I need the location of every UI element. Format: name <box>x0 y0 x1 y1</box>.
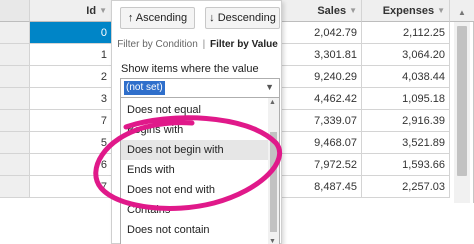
cell-id[interactable]: 0 <box>30 22 112 44</box>
operator-dropdown-list: Does not equal Begins with Does not begi… <box>120 97 280 244</box>
operator-option[interactable]: Does not begin with <box>121 140 269 160</box>
operator-option[interactable]: Contains <box>121 200 269 220</box>
cell-id[interactable]: 3 <box>30 88 112 110</box>
tab-separator: | <box>202 39 206 50</box>
show-items-label: Show items where the value <box>121 63 259 75</box>
cell-id[interactable]: 7 <box>30 176 112 198</box>
top-left-corner-cell[interactable] <box>0 0 30 22</box>
row-header[interactable] <box>0 44 30 66</box>
filter-icon[interactable]: ▼ <box>99 0 107 21</box>
cell-sales[interactable]: 7,972.52 <box>280 154 362 176</box>
header-sales-label: Sales <box>317 5 347 17</box>
row-header[interactable] <box>0 132 30 154</box>
operator-option[interactable]: Does not contain <box>121 220 269 240</box>
header-id-label: Id <box>86 5 97 17</box>
cell-id[interactable]: 6 <box>30 154 112 176</box>
dropdown-scrollbar-thumb[interactable] <box>270 132 277 232</box>
operator-option[interactable]: Begins with <box>121 120 269 140</box>
header-sales[interactable]: Sales ▼ <box>280 0 362 22</box>
cell-expenses[interactable]: 3,064.20 <box>362 44 450 66</box>
grid-scrollbar-thumb[interactable] <box>457 26 467 176</box>
cell-expenses[interactable]: 3,521.89 <box>362 132 450 154</box>
row-header[interactable] <box>0 66 30 88</box>
chevron-down-icon[interactable]: ▼ <box>265 82 274 92</box>
operator-option[interactable]: Ends with <box>121 160 269 180</box>
row-header[interactable] <box>0 22 30 44</box>
cell-id[interactable]: 7 <box>30 110 112 132</box>
cell-sales[interactable]: 7,339.07 <box>280 110 362 132</box>
operator-option[interactable]: Does not end with <box>121 180 269 200</box>
row-header[interactable] <box>0 88 30 110</box>
cell-id[interactable]: 2 <box>30 66 112 88</box>
cell-sales[interactable]: 9,240.29 <box>280 66 362 88</box>
dropdown-scrollbar[interactable]: ▲ ▼ <box>268 98 279 244</box>
cell-id[interactable]: 5 <box>30 132 112 154</box>
header-id[interactable]: Id ▼ <box>30 0 112 22</box>
operator-option[interactable]: Does not equal <box>121 100 269 120</box>
cell-sales[interactable]: 4,462.42 <box>280 88 362 110</box>
column-filter-popup: ↑ Ascending ↓ Descending Filter by Condi… <box>111 0 282 244</box>
tab-filter-by-value[interactable]: Filter by Value <box>210 39 278 50</box>
filter-icon[interactable]: ▼ <box>349 0 357 21</box>
cell-sales[interactable]: 2,042.79 <box>280 22 362 44</box>
row-header[interactable] <box>0 110 30 132</box>
cell-expenses[interactable]: 4,038.44 <box>362 66 450 88</box>
cell-expenses[interactable]: 2,916.39 <box>362 110 450 132</box>
filter-mode-tabs: Filter by Condition | Filter by Value <box>112 39 283 50</box>
row-header[interactable] <box>0 154 30 176</box>
scroll-up-arrow-icon[interactable]: ▲ <box>269 99 276 106</box>
scroll-down-arrow-icon[interactable]: ▼ <box>269 238 276 244</box>
header-expenses[interactable]: Expenses ▼ <box>362 0 450 22</box>
cell-sales[interactable]: 9,468.07 <box>280 132 362 154</box>
operator-select-value: (not set) <box>124 81 165 95</box>
cell-expenses[interactable]: 2,112.25 <box>362 22 450 44</box>
scroll-up-arrow-icon[interactable]: ▲ <box>458 8 466 17</box>
sort-descending-button[interactable]: ↓ Descending <box>205 7 280 29</box>
cell-sales[interactable]: 3,301.81 <box>280 44 362 66</box>
header-expenses-label: Expenses <box>382 5 435 17</box>
row-header[interactable] <box>0 176 30 198</box>
cell-expenses[interactable]: 2,257.03 <box>362 176 450 198</box>
cell-id[interactable]: 1 <box>30 44 112 66</box>
grid-vertical-scrollbar[interactable]: ▲ <box>454 8 470 203</box>
filter-icon[interactable]: ▼ <box>437 0 445 21</box>
cell-sales[interactable]: 8,487.45 <box>280 176 362 198</box>
cell-expenses[interactable]: 1,095.18 <box>362 88 450 110</box>
tab-filter-by-condition[interactable]: Filter by Condition <box>117 39 198 50</box>
sort-ascending-button[interactable]: ↑ Ascending <box>120 7 195 29</box>
cell-expenses[interactable]: 1,593.66 <box>362 154 450 176</box>
operator-select[interactable]: (not set) ▼ <box>120 78 280 98</box>
